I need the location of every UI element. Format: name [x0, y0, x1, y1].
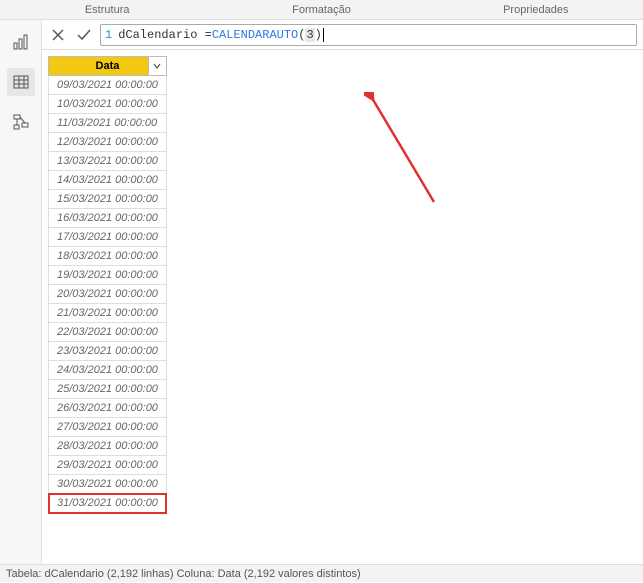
column-header-data[interactable]: Data	[49, 57, 167, 76]
ribbon-tab-formatação[interactable]: Formatação	[214, 0, 428, 19]
chevron-down-icon	[153, 62, 161, 70]
formula-arg: 3	[305, 28, 314, 42]
table-cell: 21/03/2021 00:00:00	[49, 304, 167, 323]
table-cell: 13/03/2021 00:00:00	[49, 152, 167, 171]
table-row[interactable]: 15/03/2021 00:00:00	[49, 190, 167, 209]
table-cell: 29/03/2021 00:00:00	[49, 456, 167, 475]
formula-prefix: dCalendario =	[118, 28, 212, 42]
table-cell: 20/03/2021 00:00:00	[49, 285, 167, 304]
table-cell: 10/03/2021 00:00:00	[49, 95, 167, 114]
table-cell: 14/03/2021 00:00:00	[49, 171, 167, 190]
table-row[interactable]: 19/03/2021 00:00:00	[49, 266, 167, 285]
table-cell: 23/03/2021 00:00:00	[49, 342, 167, 361]
table-row[interactable]: 20/03/2021 00:00:00	[49, 285, 167, 304]
table-cell: 22/03/2021 00:00:00	[49, 323, 167, 342]
table-cell: 17/03/2021 00:00:00	[49, 228, 167, 247]
formula-bar: 1 dCalendario = CALENDARAUTO ( 3 )	[42, 20, 643, 50]
table-row[interactable]: 16/03/2021 00:00:00	[49, 209, 167, 228]
table-cell: 26/03/2021 00:00:00	[49, 399, 167, 418]
table-cell: 15/03/2021 00:00:00	[49, 190, 167, 209]
table-row[interactable]: 31/03/2021 00:00:00	[49, 494, 167, 513]
text-cursor	[323, 28, 324, 42]
status-bar: Tabela: dCalendario (2,192 linhas) Colun…	[0, 564, 643, 582]
formula-input[interactable]: 1 dCalendario = CALENDARAUTO ( 3 )	[100, 24, 637, 46]
table-row[interactable]: 23/03/2021 00:00:00	[49, 342, 167, 361]
table-row[interactable]: 28/03/2021 00:00:00	[49, 437, 167, 456]
table-cell: 18/03/2021 00:00:00	[49, 247, 167, 266]
table-row[interactable]: 17/03/2021 00:00:00	[49, 228, 167, 247]
column-header-label: Data	[96, 60, 120, 72]
view-model-button[interactable]	[7, 108, 35, 136]
column-dropdown-button[interactable]	[148, 57, 166, 75]
table-row[interactable]: 13/03/2021 00:00:00	[49, 152, 167, 171]
table-cell: 28/03/2021 00:00:00	[49, 437, 167, 456]
ribbon-tab-propriedades[interactable]: Propriedades	[429, 0, 643, 19]
data-table[interactable]: Data 09/03/2021 00:00:0010/03/2021 00:00…	[48, 56, 167, 513]
check-icon	[76, 27, 92, 43]
formula-function: CALENDARAUTO	[212, 28, 298, 42]
table-cell: 19/03/2021 00:00:00	[49, 266, 167, 285]
table-icon	[12, 73, 30, 91]
table-cell: 31/03/2021 00:00:00	[49, 494, 167, 513]
x-icon	[51, 28, 65, 42]
table-row[interactable]: 12/03/2021 00:00:00	[49, 133, 167, 152]
table-row[interactable]: 25/03/2021 00:00:00	[49, 380, 167, 399]
formula-line-number: 1	[105, 28, 112, 42]
table-cell: 24/03/2021 00:00:00	[49, 361, 167, 380]
table-cell: 16/03/2021 00:00:00	[49, 209, 167, 228]
table-row[interactable]: 30/03/2021 00:00:00	[49, 475, 167, 494]
table-cell: 12/03/2021 00:00:00	[49, 133, 167, 152]
view-data-button[interactable]	[7, 68, 35, 96]
table-cell: 11/03/2021 00:00:00	[49, 114, 167, 133]
table-row[interactable]: 11/03/2021 00:00:00	[49, 114, 167, 133]
status-text: Tabela: dCalendario (2,192 linhas) Colun…	[6, 568, 361, 580]
table-cell: 09/03/2021 00:00:00	[49, 76, 167, 95]
table-row[interactable]: 10/03/2021 00:00:00	[49, 95, 167, 114]
table-row[interactable]: 29/03/2021 00:00:00	[49, 456, 167, 475]
table-row[interactable]: 14/03/2021 00:00:00	[49, 171, 167, 190]
view-switcher	[0, 20, 42, 564]
table-cell: 27/03/2021 00:00:00	[49, 418, 167, 437]
data-table-body: 09/03/2021 00:00:0010/03/2021 00:00:0011…	[49, 76, 167, 513]
ribbon-tabs: EstruturaFormataçãoPropriedades	[0, 0, 643, 20]
view-report-button[interactable]	[7, 28, 35, 56]
data-table-wrap: Data 09/03/2021 00:00:0010/03/2021 00:00…	[42, 50, 643, 564]
table-row[interactable]: 27/03/2021 00:00:00	[49, 418, 167, 437]
formula-commit-button[interactable]	[74, 25, 94, 45]
table-row[interactable]: 22/03/2021 00:00:00	[49, 323, 167, 342]
ribbon-tab-estrutura[interactable]: Estrutura	[0, 0, 214, 19]
chart-icon	[12, 33, 30, 51]
formula-cancel-button[interactable]	[48, 25, 68, 45]
model-icon	[12, 113, 30, 131]
table-row[interactable]: 09/03/2021 00:00:00	[49, 76, 167, 95]
table-cell: 25/03/2021 00:00:00	[49, 380, 167, 399]
table-cell: 30/03/2021 00:00:00	[49, 475, 167, 494]
annotation-arrow	[364, 92, 444, 212]
table-row[interactable]: 21/03/2021 00:00:00	[49, 304, 167, 323]
table-row[interactable]: 24/03/2021 00:00:00	[49, 361, 167, 380]
table-row[interactable]: 26/03/2021 00:00:00	[49, 399, 167, 418]
table-row[interactable]: 18/03/2021 00:00:00	[49, 247, 167, 266]
